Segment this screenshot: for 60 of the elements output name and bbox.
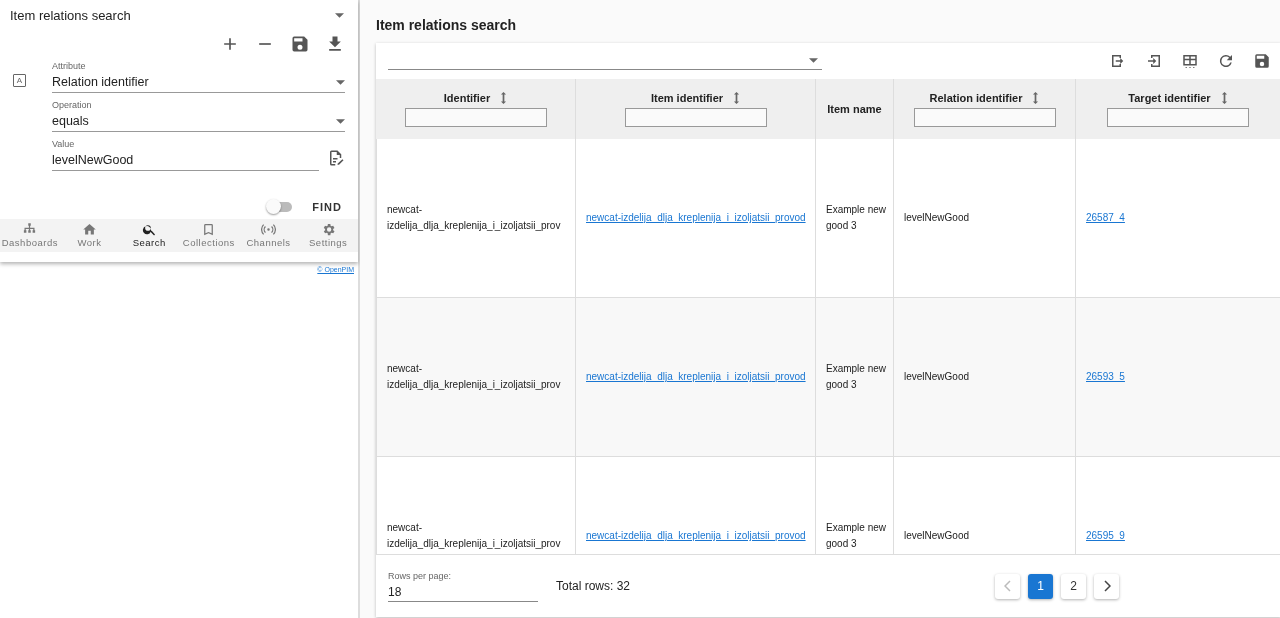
page-title: Item relations search: [376, 16, 518, 35]
attribute-type-badge: A: [13, 74, 26, 87]
column-header[interactable]: Target identifier: [1128, 91, 1211, 104]
import-icon[interactable]: [1145, 52, 1163, 70]
save-icon[interactable]: [290, 34, 310, 54]
search-name-dropdown[interactable]: Item relations search: [10, 7, 131, 23]
column-header[interactable]: Identifier: [443, 91, 491, 104]
rows-per-page-field[interactable]: Rows per page: 18: [388, 570, 538, 602]
column-header[interactable]: Relation identifier: [929, 91, 1023, 104]
page-button[interactable]: 1: [1028, 573, 1053, 599]
page-button[interactable]: 2: [1061, 573, 1086, 599]
home-icon[interactable]: [82, 222, 97, 237]
table-cell-text: levelNewGood: [904, 211, 970, 225]
caret-icon[interactable]: [336, 118, 345, 124]
attribute-select[interactable]: Attribute Relation identifier: [52, 60, 345, 93]
table-link[interactable]: newcat-izdelija_dlja_kreplenija_i_izoljatsii_provod: [586, 528, 806, 544]
table-link[interactable]: newcat-izdelija_dlja_kreplenija_i_izoljatsii_provod: [586, 210, 806, 226]
table-link[interactable]: 26593_5: [1086, 369, 1125, 385]
caret-icon[interactable]: [336, 79, 345, 85]
table-cell-text: newcat-izdelija_dlja_kreplenija_i_izoljatsii_prov: [387, 362, 562, 392]
filter-input[interactable]: [913, 107, 1056, 127]
sort-icon[interactable]: [500, 91, 508, 104]
nav-item[interactable]: Dashboards: [0, 219, 60, 252]
sort-icon[interactable]: [1032, 91, 1040, 104]
value-field[interactable]: Value levelNewGood: [52, 138, 319, 171]
nav-item[interactable]: Search: [119, 219, 179, 252]
caret-icon[interactable]: [809, 58, 818, 63]
table-cell-text: Example new good 3: [826, 521, 888, 551]
table-cell-text: levelNewGood: [904, 529, 970, 543]
nav-item[interactable]: Work: [59, 219, 120, 252]
filter-input[interactable]: [1107, 107, 1249, 127]
table-link[interactable]: newcat-izdelija_dlja_kreplenija_i_izoljatsii_provod: [586, 369, 806, 385]
column-header[interactable]: Item name: [827, 103, 882, 115]
table-cell-text: Example new good 3: [826, 362, 888, 392]
operation-select[interactable]: Operation equals: [52, 99, 345, 132]
refresh-icon[interactable]: [1217, 52, 1235, 70]
toggle-switch[interactable]: [268, 202, 293, 212]
table-link[interactable]: 26587_4: [1086, 210, 1125, 226]
caret-icon[interactable]: [335, 12, 344, 18]
find-button[interactable]: FIND: [312, 201, 342, 213]
nav-item[interactable]: Settings: [298, 219, 359, 252]
nav-item[interactable]: Collections: [179, 219, 239, 252]
search-icon[interactable]: [141, 222, 157, 237]
column-header[interactable]: Item identifier: [650, 91, 724, 104]
table-cell-text: Example new good 3: [826, 203, 888, 233]
nav-item[interactable]: Channels: [238, 219, 299, 252]
table-cell-text: newcat-izdelija_dlja_kreplenija_i_izoljatsii_prov: [387, 203, 562, 233]
table-link[interactable]: 26595_9: [1086, 528, 1125, 544]
edit-document-icon[interactable]: [327, 149, 345, 167]
filter-input[interactable]: [624, 107, 767, 127]
broadcast-icon[interactable]: [261, 222, 276, 237]
chevron-right-icon[interactable]: [1102, 580, 1111, 592]
filter-input[interactable]: [404, 107, 547, 127]
total-rows: Total rows: 32: [556, 579, 631, 593]
sort-icon[interactable]: [733, 91, 741, 104]
table-cell-text: levelNewGood: [904, 370, 970, 384]
table-columns-icon[interactable]: [1181, 52, 1199, 70]
table-cell-text: newcat-izdelija_dlja_kreplenija_i_izoljatsii_prov: [387, 521, 562, 551]
sort-icon[interactable]: [1220, 91, 1228, 104]
save-icon[interactable]: [1253, 52, 1271, 70]
